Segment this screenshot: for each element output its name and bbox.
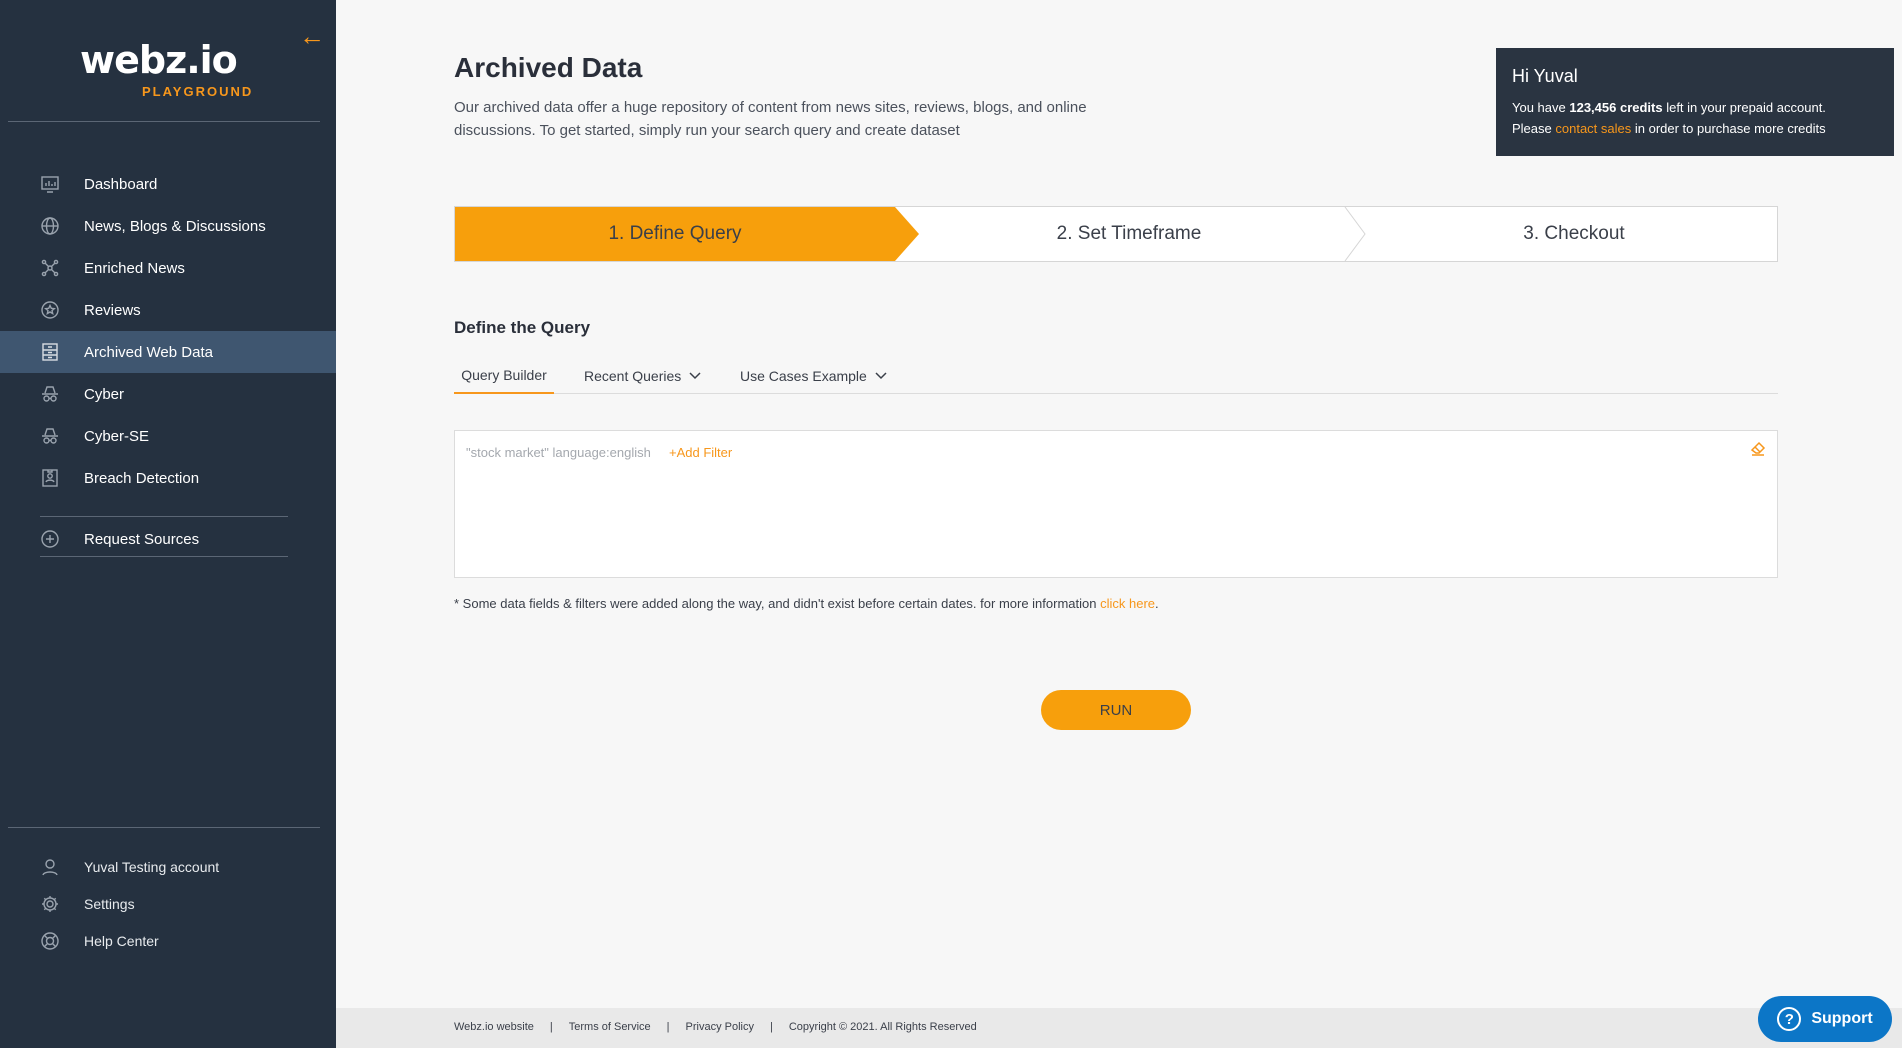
spy-icon xyxy=(40,384,60,404)
footer-separator: | xyxy=(549,1021,553,1033)
stepper: 1. Define Query 2. Set Timeframe 3. Chec… xyxy=(454,206,1778,262)
tab-use-cases-example[interactable]: Use Cases Example xyxy=(740,358,887,394)
credits-greeting: Hi Yuval xyxy=(1512,66,1578,86)
tab-recent-queries[interactable]: Recent Queries xyxy=(584,358,701,394)
sidebar-item-label: Help Center xyxy=(84,932,159,949)
step-define-query[interactable]: 1. Define Query xyxy=(455,207,895,261)
credits-panel: Hi Yuval You have 123,456 credits left i… xyxy=(1496,48,1894,156)
divider xyxy=(8,121,320,122)
section-title: Define the Query xyxy=(454,318,591,337)
sidebar-item-label: Reviews xyxy=(84,301,141,319)
sidebar-item-help-center[interactable]: Help Center xyxy=(0,922,336,959)
step-set-timeframe[interactable]: 2. Set Timeframe xyxy=(919,207,1339,261)
sidebar-bottom-nav: Yuval Testing account Settings Help Cent… xyxy=(0,848,336,959)
sidebar-item-settings[interactable]: Settings xyxy=(0,885,336,922)
footer-separator: | xyxy=(770,1021,773,1033)
support-button[interactable]: ? Support xyxy=(1758,996,1892,1042)
add-filter-button[interactable]: +Add Filter xyxy=(669,445,732,460)
footer-link-website[interactable]: Webz.io website xyxy=(454,1021,534,1033)
step-separator xyxy=(1344,207,1366,261)
step-checkout[interactable]: 3. Checkout xyxy=(1369,207,1779,261)
sidebar-item-label: Settings xyxy=(84,895,135,912)
sidebar-item-cyber[interactable]: Cyber xyxy=(0,373,336,415)
footer-copyright: Copyright © 2021. All Rights Reserved xyxy=(788,1021,977,1033)
lifebuoy-icon xyxy=(40,931,60,951)
credits-balance: You have 123,456 credits left in your pr… xyxy=(1512,97,1878,118)
sidebar-nav: Dashboard News, Blogs & Discussions Enri… xyxy=(0,163,336,499)
sidebar-item-label: Yuval Testing account xyxy=(84,858,220,875)
divider xyxy=(40,556,288,557)
spy-icon xyxy=(40,426,60,446)
footer: Webz.io website | Terms of Service | Pri… xyxy=(336,1008,1902,1048)
credits-prefix: You have xyxy=(1512,100,1570,115)
chevron-down-icon xyxy=(689,372,701,380)
credits-contact: Please contact sales in order to purchas… xyxy=(1512,118,1878,139)
sidebar-item-cyber-se[interactable]: Cyber-SE xyxy=(0,415,336,457)
sidebar-item-label: Dashboard xyxy=(84,175,158,193)
sidebar-item-news[interactable]: News, Blogs & Discussions xyxy=(0,205,336,247)
support-label: Support xyxy=(1811,1010,1873,1027)
sidebar-item-dashboard[interactable]: Dashboard xyxy=(0,163,336,205)
main-content: Archived Data Our archived data offer a … xyxy=(336,0,1902,1048)
tab-label: Recent Queries xyxy=(584,368,682,384)
run-button[interactable]: RUN xyxy=(1041,690,1191,730)
chevron-down-icon xyxy=(875,372,887,380)
page-title: Archived Data xyxy=(454,52,643,83)
sidebar-item-account[interactable]: Yuval Testing account xyxy=(0,848,336,885)
footer-link-privacy[interactable]: Privacy Policy xyxy=(686,1021,754,1033)
credits-suffix: left in your prepaid account. xyxy=(1662,100,1826,115)
sidebar-item-archived-web-data[interactable]: Archived Web Data xyxy=(0,331,336,373)
divider xyxy=(40,516,288,517)
request-sources-label: Request Sources xyxy=(84,530,200,548)
star-icon xyxy=(40,300,60,320)
request-sources-wrapper: Request Sources xyxy=(0,518,336,560)
sidebar-item-label: Breach Detection xyxy=(84,469,200,487)
plus-circle-icon xyxy=(40,529,60,549)
arrow-left-icon[interactable]: ← xyxy=(298,22,326,50)
query-text: "stock market" language:english xyxy=(466,445,651,460)
chart-icon xyxy=(40,174,60,194)
query-tabs: Query Builder Recent Queries Use Cases E… xyxy=(454,358,1778,394)
credits-amount: 123,456 credits xyxy=(1569,100,1663,115)
sidebar-item-label: News, Blogs & Discussions xyxy=(84,217,266,235)
page-description: Our archived data offer a huge repositor… xyxy=(454,99,1087,139)
divider xyxy=(8,827,320,828)
archive-icon xyxy=(40,342,60,362)
note-suffix: . xyxy=(1155,596,1159,611)
sidebar-item-label: Cyber xyxy=(84,385,125,403)
globe-icon xyxy=(40,216,60,236)
tab-label: Query Builder xyxy=(461,367,547,383)
tab-query-builder[interactable]: Query Builder xyxy=(454,358,554,394)
sidebar-item-label: Archived Web Data xyxy=(84,343,213,361)
footer-links: Webz.io website | Terms of Service | Pri… xyxy=(454,1021,977,1033)
contact-prefix: Please xyxy=(1512,121,1556,136)
sidebar-item-breach-detection[interactable]: Breach Detection xyxy=(0,457,336,499)
sidebar-item-enriched-news[interactable]: Enriched News xyxy=(0,247,336,289)
request-sources-button[interactable]: Request Sources xyxy=(0,518,336,560)
logo: webz.io PLAYGROUND xyxy=(80,38,260,99)
sidebar: ← webz.io PLAYGROUND Dashboard News, Blo… xyxy=(0,0,336,1048)
sidebar-item-label: Cyber-SE xyxy=(84,427,150,445)
contact-suffix: in order to purchase more credits xyxy=(1631,121,1826,136)
tab-label: Use Cases Example xyxy=(740,368,867,384)
query-input[interactable]: "stock market" language:english +Add Fil… xyxy=(454,430,1778,578)
step-arrow xyxy=(895,207,919,261)
sidebar-item-reviews[interactable]: Reviews xyxy=(0,289,336,331)
contact-sales-link[interactable]: contact sales xyxy=(1555,121,1631,136)
footer-link-terms[interactable]: Terms of Service xyxy=(569,1021,651,1033)
footer-separator: | xyxy=(666,1021,670,1033)
sidebar-item-label: Enriched News xyxy=(84,259,185,277)
gear-icon xyxy=(40,894,60,914)
logo-subtitle: PLAYGROUND xyxy=(142,84,254,99)
data-fields-note: * Some data fields & filters were added … xyxy=(454,596,1159,611)
question-icon: ? xyxy=(1777,1007,1802,1031)
click-here-link[interactable]: click here xyxy=(1100,596,1155,611)
network-icon xyxy=(40,258,60,278)
note-text: * Some data fields & filters were added … xyxy=(454,596,1101,611)
user-icon xyxy=(40,857,60,877)
eraser-icon[interactable] xyxy=(1749,439,1767,457)
logo-text: webz.io xyxy=(80,38,238,82)
badge-icon xyxy=(40,468,60,488)
